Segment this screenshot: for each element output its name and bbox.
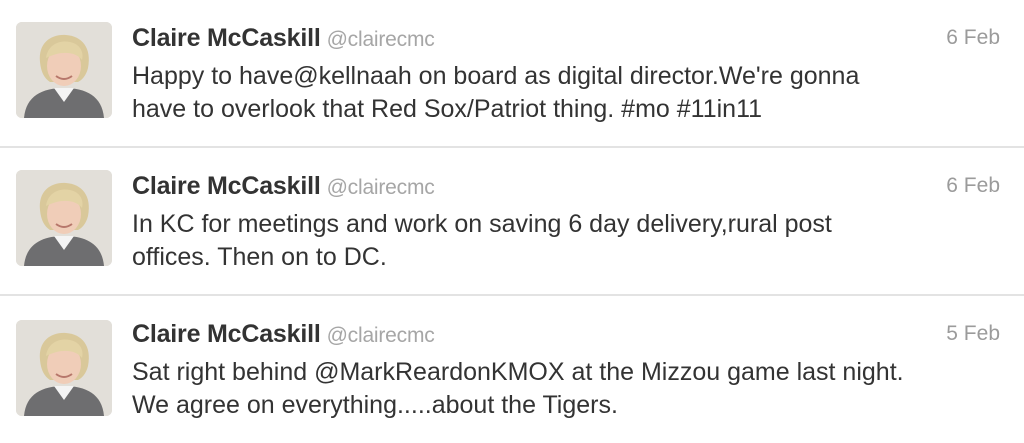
tweet-item[interactable]: Claire McCaskill @clairecmc 6 Feb Happy t… bbox=[0, 0, 1024, 146]
author-name-text: Claire McCaskill bbox=[132, 320, 321, 348]
author-handle[interactable]: @clairecmc bbox=[327, 176, 435, 199]
profile-photo-icon bbox=[16, 170, 112, 266]
tweet-text-line: have to overlook that Red Sox/Patriot th… bbox=[132, 95, 763, 123]
tweet-text: Sat right behind @MarkReardonKMOX at the… bbox=[132, 356, 1002, 422]
profile-photo-icon bbox=[16, 320, 112, 416]
author-name-text: Claire McCaskill bbox=[132, 24, 321, 52]
profile-photo-icon bbox=[16, 22, 112, 118]
author-name[interactable]: Claire McCaskill @clairecmc bbox=[132, 320, 435, 349]
author-name-text: Claire McCaskill bbox=[132, 172, 321, 200]
author-handle[interactable]: @clairecmc bbox=[327, 28, 435, 51]
tweet-timeline: Claire McCaskill @clairecmc 6 Feb Happy t… bbox=[0, 0, 1024, 443]
tweet-timestamp[interactable]: 5 Feb bbox=[946, 322, 1000, 346]
author-name[interactable]: Claire McCaskill @clairecmc bbox=[132, 24, 435, 53]
tweet-text: Happy to have@kellnaah on board as digit… bbox=[132, 60, 1002, 126]
tweet-item[interactable]: Claire McCaskill @clairecmc 5 Feb Sat rig… bbox=[0, 296, 1024, 443]
avatar[interactable] bbox=[16, 320, 112, 416]
tweet-timestamp[interactable]: 6 Feb bbox=[946, 174, 1000, 198]
author-name[interactable]: Claire McCaskill @clairecmc bbox=[132, 172, 435, 201]
tweet-text-line: Sat right behind @MarkReardonKMOX at the… bbox=[132, 358, 904, 386]
avatar[interactable] bbox=[16, 170, 112, 266]
tweet-text-line: We agree on everything.....about the Tig… bbox=[132, 391, 618, 419]
tweet-text: In KC for meetings and work on saving 6 … bbox=[132, 208, 1002, 274]
tweet-text-line: Happy to have@kellnaah on board as digit… bbox=[132, 62, 860, 90]
tweet-text-line: In KC for meetings and work on saving 6 … bbox=[132, 210, 832, 238]
tweet-timestamp[interactable]: 6 Feb bbox=[946, 26, 1000, 50]
avatar[interactable] bbox=[16, 22, 112, 118]
tweet-text-line: offices. Then on to DC. bbox=[132, 243, 387, 271]
tweet-item[interactable]: Claire McCaskill @clairecmc 6 Feb In KC f… bbox=[0, 148, 1024, 294]
author-handle[interactable]: @clairecmc bbox=[327, 324, 435, 347]
